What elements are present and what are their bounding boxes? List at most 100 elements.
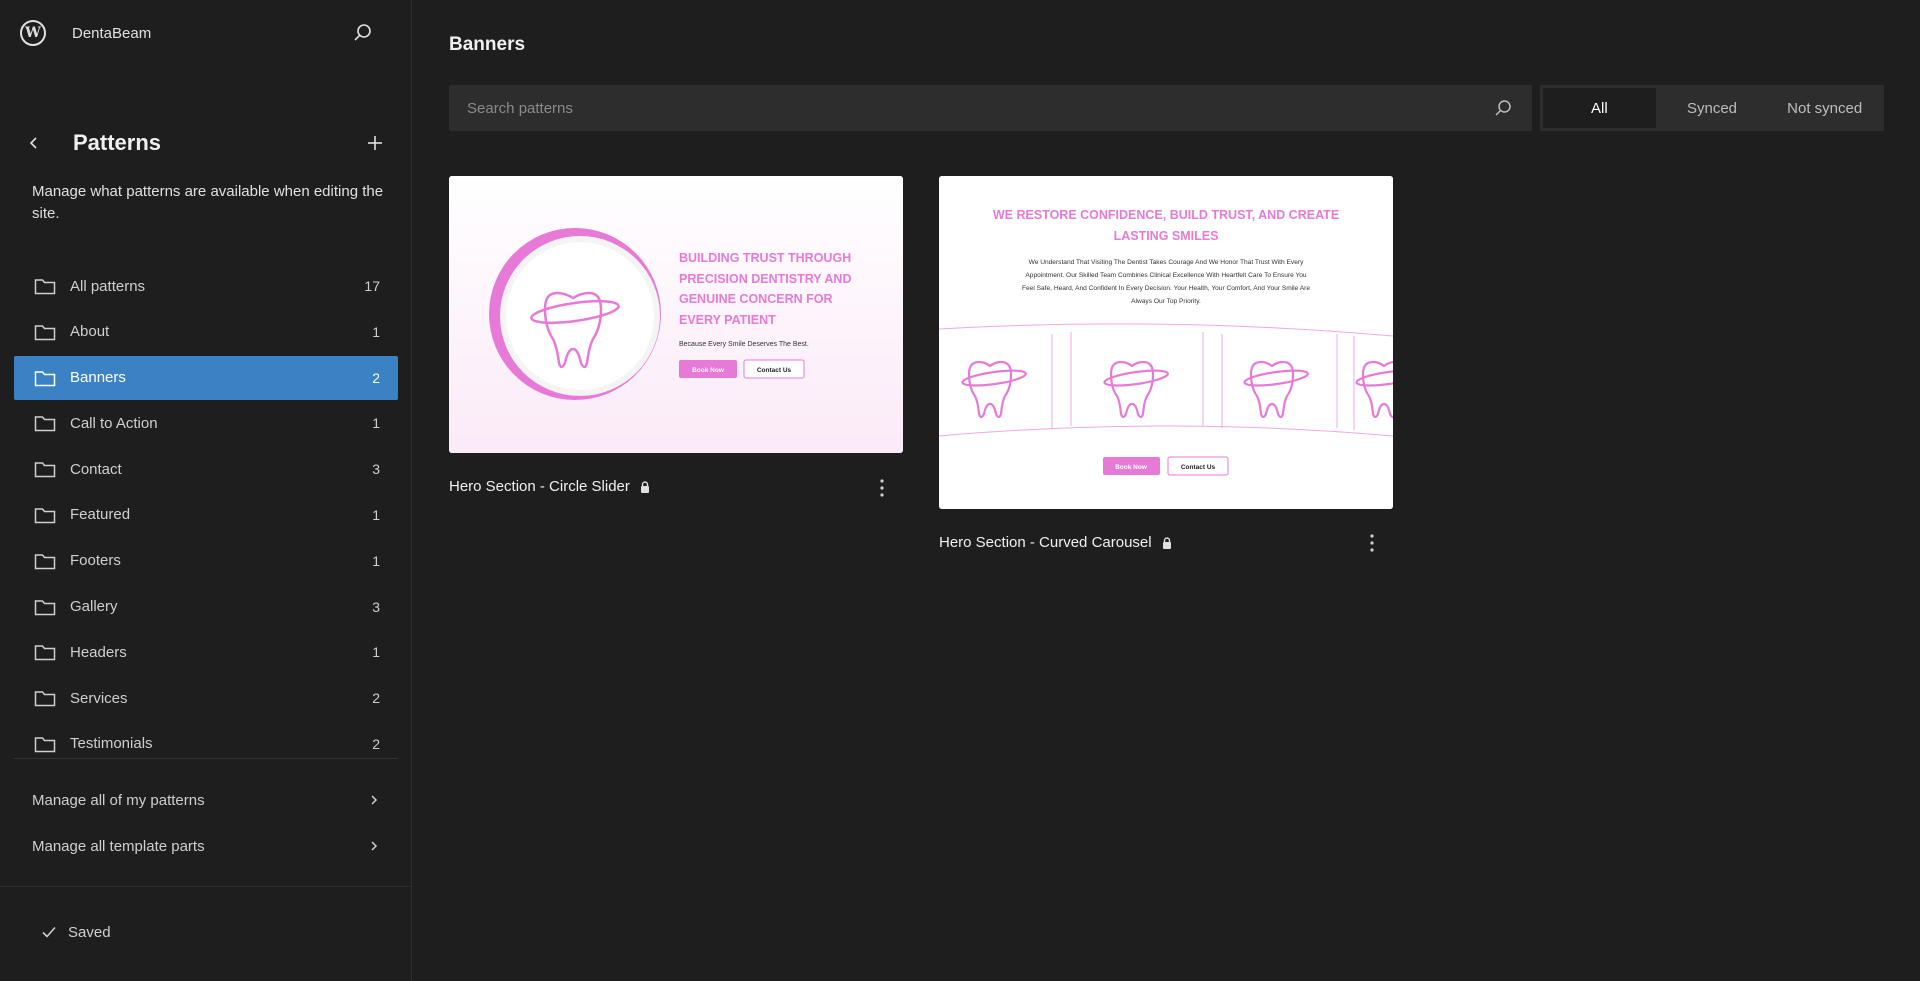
sidebar-item-count: 17 xyxy=(364,278,380,294)
pattern-title-row: Hero Section - Circle Slider xyxy=(449,478,652,495)
sidebar-item-count: 1 xyxy=(372,415,380,432)
sidebar-item-count: 2 xyxy=(372,735,380,752)
sidebar-description: Manage what patterns are available when … xyxy=(32,183,384,222)
site-hub: W DentaBeam xyxy=(20,16,375,50)
sidebar-item-gallery[interactable]: Gallery 3 xyxy=(14,585,398,629)
sidebar: W DentaBeam Patterns Manage what pattern… xyxy=(0,0,412,981)
save-status: Saved xyxy=(40,923,111,941)
filter-not-synced[interactable]: Not synced xyxy=(1768,88,1881,128)
sidebar-item-count: 3 xyxy=(372,598,380,615)
preview-heading-line: EVERY PATIENT xyxy=(679,313,776,327)
folder-icon xyxy=(34,645,56,661)
pattern-card: WE RESTORE CONFIDENCE, BUILD TRUST, AND … xyxy=(939,176,1394,562)
sidebar-item-testimonials[interactable]: Testimonials 2 xyxy=(14,722,398,766)
category-list: All patterns 17 About 1 Banners 2 Call to Acti… xyxy=(14,264,398,768)
page-title: Banners xyxy=(449,34,526,55)
pattern-title-row: Hero Section - Curved Carousel xyxy=(939,534,1174,551)
sidebar-item-about[interactable]: About 1 xyxy=(14,310,398,354)
back-button[interactable] xyxy=(24,133,44,153)
pattern-title[interactable]: Hero Section - Curved Carousel xyxy=(939,534,1152,551)
manage-patterns-label: Manage all of my patterns xyxy=(32,791,205,809)
more-options-icon[interactable] xyxy=(872,476,892,500)
search-icon[interactable] xyxy=(1492,97,1514,119)
sidebar-item-label: Headers xyxy=(70,643,127,661)
sidebar-title: Patterns xyxy=(73,130,162,155)
search-icon[interactable] xyxy=(351,21,375,45)
chevron-right-icon xyxy=(371,795,378,805)
sidebar-item-banners[interactable]: Banners 2 xyxy=(14,355,398,400)
folder-icon xyxy=(34,691,56,707)
folder-icon xyxy=(34,325,56,341)
search-box xyxy=(449,85,1532,131)
preview-heading-line: GENUINE CONCERN FOR xyxy=(679,292,832,306)
sidebar-item-label: Banners xyxy=(70,369,126,387)
folder-icon xyxy=(34,599,56,615)
sidebar-item-call-to-action[interactable]: Call to Action 1 xyxy=(14,401,398,445)
sidebar-item-count: 1 xyxy=(372,323,380,340)
preview-body-line: Feel Safe, Heard, And Confident In Every… xyxy=(1022,285,1310,292)
preview-tagline: Because Every Smile Deserves The Best. xyxy=(679,341,809,348)
pattern-card: BUILDING TRUST THROUGH PRECISION DENTIST… xyxy=(449,176,904,506)
sidebar-item-count: 1 xyxy=(372,552,380,569)
lock-icon xyxy=(640,480,649,493)
pattern-preview[interactable]: WE RESTORE CONFIDENCE, BUILD TRUST, AND … xyxy=(939,176,1393,509)
divider xyxy=(0,886,412,887)
sidebar-item-count: 3 xyxy=(372,461,380,478)
preview-heading-line: WE RESTORE CONFIDENCE, BUILD TRUST, AND … xyxy=(993,208,1339,222)
sidebar-item-all-patterns[interactable]: All patterns 17 xyxy=(14,264,398,308)
preview-body-line: We Understand That Visiting The Dentist … xyxy=(1029,259,1304,266)
sidebar-item-count: 2 xyxy=(372,690,380,707)
sidebar-item-label: Testimonials xyxy=(70,735,153,753)
chevron-right-icon xyxy=(371,841,378,851)
sidebar-item-count: 1 xyxy=(372,506,380,523)
main-content: Banners All Synced Not synced xyxy=(413,0,1920,981)
sidebar-item-label: Featured xyxy=(70,506,131,524)
folder-icon xyxy=(34,279,56,295)
sidebar-item-label: Call to Action xyxy=(70,414,158,432)
sidebar-item-label: All patterns xyxy=(70,277,146,295)
sidebar-item-count: 2 xyxy=(372,369,380,386)
lock-icon xyxy=(1162,536,1171,549)
folder-icon xyxy=(34,737,56,753)
preview-contact-button: Contact Us xyxy=(1181,464,1216,471)
sidebar-item-label: About xyxy=(70,323,110,341)
folder-icon xyxy=(34,370,56,386)
chevron-left-icon xyxy=(29,137,37,149)
check-icon xyxy=(42,926,56,938)
sidebar-item-label: Services xyxy=(70,689,128,707)
sidebar-item-footers[interactable]: Footers 1 xyxy=(14,539,398,583)
sync-filter: All Synced Not synced xyxy=(1540,85,1884,131)
manage-patterns-link[interactable]: Manage all of my patterns xyxy=(14,778,398,822)
saved-label: Saved xyxy=(68,923,111,941)
folder-icon xyxy=(34,416,56,432)
site-name[interactable]: DentaBeam xyxy=(72,25,151,42)
curved-carousel-preview: WE RESTORE CONFIDENCE, BUILD TRUST, AND … xyxy=(939,176,1393,509)
sidebar-item-label: Gallery xyxy=(70,598,118,616)
sidebar-item-contact[interactable]: Contact 3 xyxy=(14,447,398,491)
preview-heading-line: LASTING SMILES xyxy=(1114,229,1219,243)
preview-body-line: Always Our Top Priority. xyxy=(1131,298,1201,305)
sidebar-item-headers[interactable]: Headers 1 xyxy=(14,630,398,674)
preview-heading-line: PRECISION DENTISTRY AND xyxy=(679,272,851,286)
sidebar-item-label: Contact xyxy=(70,460,122,478)
preview-book-button: Book Now xyxy=(1115,464,1148,471)
sidebar-item-featured[interactable]: Featured 1 xyxy=(14,493,398,537)
sidebar-item-services[interactable]: Services 2 xyxy=(14,676,398,720)
manage-template-parts-link[interactable]: Manage all template parts xyxy=(14,824,398,868)
search-input[interactable] xyxy=(467,99,1492,117)
preview-heading-line: BUILDING TRUST THROUGH xyxy=(679,251,851,265)
site-editor: W DentaBeam Patterns Manage what pattern… xyxy=(0,0,1920,981)
pattern-title[interactable]: Hero Section - Circle Slider xyxy=(449,478,630,495)
filter-all[interactable]: All xyxy=(1543,88,1656,128)
wordpress-logo-icon[interactable]: W xyxy=(20,20,46,46)
circle-slider-preview: BUILDING TRUST THROUGH PRECISION DENTIST… xyxy=(449,176,903,453)
folder-icon xyxy=(34,554,56,570)
divider xyxy=(14,758,398,759)
add-pattern-button[interactable] xyxy=(363,131,387,155)
filter-synced[interactable]: Synced xyxy=(1656,88,1769,128)
folder-icon xyxy=(34,508,56,524)
pattern-preview[interactable]: BUILDING TRUST THROUGH PRECISION DENTIST… xyxy=(449,176,903,453)
sidebar-item-label: Footers xyxy=(70,552,121,570)
sidebar-item-count: 1 xyxy=(372,644,380,661)
more-options-icon[interactable] xyxy=(1362,531,1382,555)
